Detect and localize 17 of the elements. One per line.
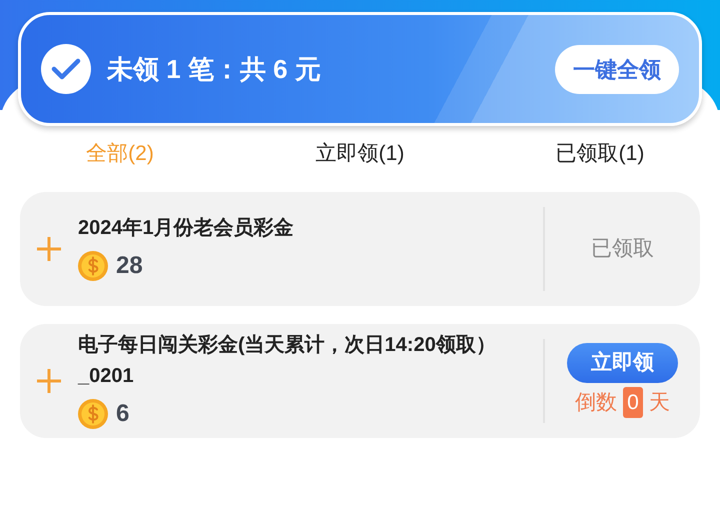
reward-amount: 28 (116, 251, 143, 281)
countdown-unit: 天 (648, 390, 670, 416)
summary-text: 未领 1 笔：共 6 元 (107, 52, 322, 86)
reward-amount: 6 (116, 398, 130, 428)
plus-icon[interactable] (36, 368, 62, 394)
filter-tab[interactable]: 立即领(1) (240, 130, 480, 178)
reward-title: 电子每日闯关彩金(当天累计，次日14:20领取）_0201 (78, 332, 497, 388)
claim-button[interactable]: 立即领 (567, 343, 678, 382)
claimed-status: 已领取 (591, 236, 654, 262)
coin-icon (78, 398, 108, 428)
reward-title: 2024年1月份老会员彩金 (78, 216, 295, 241)
coin-icon (78, 251, 108, 281)
plus-icon[interactable] (36, 236, 62, 262)
filter-tab[interactable]: 已领取(1) (480, 130, 720, 178)
countdown-label: 倒数 (575, 390, 618, 416)
countdown-value: 0 (623, 386, 643, 418)
claim-all-button[interactable]: 一键全领 (555, 44, 679, 94)
